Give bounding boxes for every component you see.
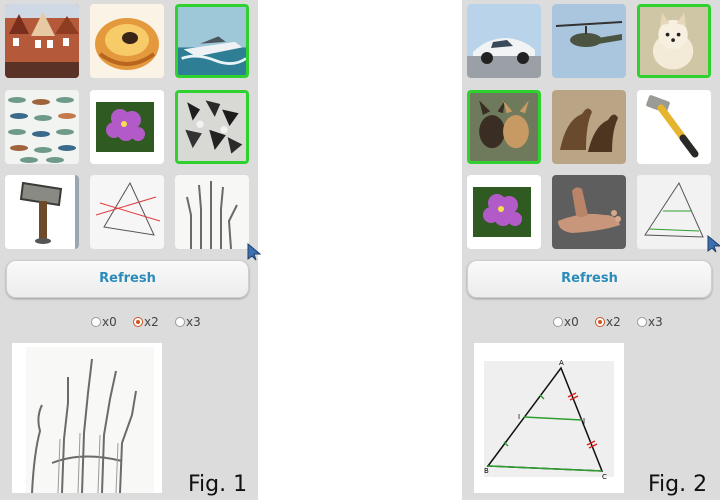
horses-icon <box>552 90 626 164</box>
image-tile-street-houses[interactable] <box>5 4 79 78</box>
fish-pattern-icon <box>5 90 79 164</box>
small-dog-icon <box>640 7 708 75</box>
radio-dot-icon <box>175 317 185 327</box>
radio-dot-icon <box>595 317 605 327</box>
image-tile-animals-collage[interactable] <box>175 90 249 164</box>
image-tile-triangle-diagram[interactable] <box>90 175 164 249</box>
image-tile-hand-xray[interactable] <box>175 175 249 249</box>
radio-dot-icon <box>553 317 563 327</box>
radio-label: x2 <box>144 315 159 329</box>
captcha-panel-left: Refresh x0 x2 x3 Fig. 1 <box>0 0 261 500</box>
image-tile-pastry[interactable] <box>90 4 164 78</box>
image-tile-fish-pattern[interactable] <box>5 90 79 164</box>
preview-image <box>12 343 162 493</box>
radio-x3[interactable]: x3 <box>175 315 201 329</box>
image-tile-hammer[interactable] <box>637 90 711 164</box>
radio-label: x3 <box>186 315 201 329</box>
vertex-label-b: B <box>484 467 489 475</box>
helicopter-icon <box>552 4 626 78</box>
image-tile-sports-car[interactable] <box>467 4 541 78</box>
chihuahuas-icon <box>470 93 538 161</box>
image-tile-signpost[interactable] <box>5 175 79 249</box>
flower-icon <box>467 175 541 249</box>
radio-label: x0 <box>564 315 579 329</box>
radio-label: x3 <box>648 315 663 329</box>
image-tile-flower[interactable] <box>90 90 164 164</box>
sports-car-icon <box>467 4 541 78</box>
cursor-arrow-icon <box>247 243 261 261</box>
hammer-icon <box>637 90 711 164</box>
preview-image: A B C I J <box>474 343 624 493</box>
triangle-diagram-icon <box>90 175 164 249</box>
street-houses-icon <box>5 4 79 78</box>
captcha-panel-right: Refresh x0 x2 x3 A B C I J Fig. 2 <box>462 0 720 500</box>
image-tile-feet[interactable] <box>552 175 626 249</box>
radio-dot-icon <box>637 317 647 327</box>
radio-label: x2 <box>606 315 621 329</box>
radio-x3[interactable]: x3 <box>637 315 663 329</box>
refresh-button[interactable]: Refresh <box>6 260 249 298</box>
vertex-label-c: C <box>602 473 607 481</box>
speedboat-icon <box>178 7 246 75</box>
hand-xray-icon <box>175 175 249 249</box>
radio-x2[interactable]: x2 <box>133 315 159 329</box>
image-tile-triangle-diagram[interactable] <box>637 175 711 249</box>
point-label-i: I <box>518 413 520 421</box>
point-label-j: J <box>582 417 585 425</box>
triangle-diagram-icon: A B C I J <box>474 343 624 493</box>
radio-x0[interactable]: x0 <box>91 315 117 329</box>
radio-dot-icon <box>133 317 143 327</box>
image-tile-horses[interactable] <box>552 90 626 164</box>
vertex-label-a: A <box>559 359 564 367</box>
figure-caption: Fig. 1 <box>188 472 248 497</box>
image-tile-helicopter[interactable] <box>552 4 626 78</box>
image-tile-small-dog[interactable] <box>637 4 711 78</box>
image-tile-speedboat[interactable] <box>175 4 249 78</box>
radio-dot-icon <box>91 317 101 327</box>
signpost-icon <box>5 175 79 249</box>
flower-icon <box>90 90 164 164</box>
hand-xray-icon <box>12 343 162 493</box>
radio-label: x0 <box>102 315 117 329</box>
animals-collage-icon <box>178 93 246 161</box>
feet-icon <box>552 175 626 249</box>
image-tile-flower[interactable] <box>467 175 541 249</box>
radio-x0[interactable]: x0 <box>553 315 579 329</box>
image-tile-chihuahuas[interactable] <box>467 90 541 164</box>
radio-x2[interactable]: x2 <box>595 315 621 329</box>
cursor-arrow-icon <box>707 235 720 253</box>
triangle-diagram-icon <box>637 175 711 249</box>
figure-caption: Fig. 2 <box>648 472 708 497</box>
refresh-button[interactable]: Refresh <box>467 260 712 298</box>
pastry-icon <box>90 4 164 78</box>
